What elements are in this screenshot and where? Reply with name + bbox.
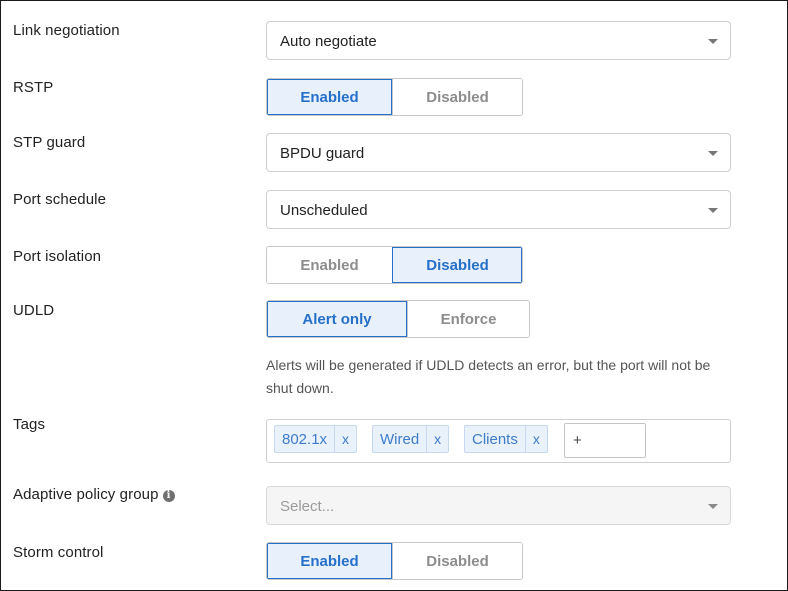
udld-help-text: Alerts will be generated if UDLD detects… xyxy=(266,354,786,400)
switch-port-settings-form: Link negotiation Auto negotiate RSTP Ena… xyxy=(0,0,788,591)
udld-alert-only-button[interactable]: Alert only xyxy=(267,301,407,337)
tag-chip-label: Clients xyxy=(472,430,518,448)
port-isolation-toggle: Enabled Disabled xyxy=(266,246,523,284)
chevron-down-icon xyxy=(708,151,718,156)
udld-label: UDLD xyxy=(13,302,55,319)
port-schedule-label: Port schedule xyxy=(13,191,107,208)
stp-guard-label: STP guard xyxy=(13,134,86,151)
rstp-toggle: Enabled Disabled xyxy=(266,78,523,116)
adaptive-policy-group-select[interactable]: Select... xyxy=(266,486,731,525)
link-negotiation-value: Auto negotiate xyxy=(280,33,377,50)
chevron-down-icon xyxy=(708,208,718,213)
stp-guard-value: BPDU guard xyxy=(280,145,365,162)
port-isolation-enabled-button[interactable]: Enabled xyxy=(267,247,392,283)
tag-chip-wired: Wired x xyxy=(372,425,450,453)
close-icon[interactable]: x xyxy=(334,426,356,452)
storm-control-toggle: Enabled Disabled xyxy=(266,542,523,580)
close-icon[interactable]: x xyxy=(426,426,448,452)
tags-input-box: 802.1x x Wired x Clients x + xyxy=(266,419,731,463)
adaptive-policy-group-label-text: Adaptive policy group xyxy=(13,486,159,503)
stp-guard-select[interactable]: BPDU guard xyxy=(266,133,731,172)
storm-control-label: Storm control xyxy=(13,544,104,561)
udld-toggle: Alert only Enforce xyxy=(266,300,530,338)
rstp-label: RSTP xyxy=(13,79,54,96)
tags-label: Tags xyxy=(13,416,46,433)
link-negotiation-select[interactable]: Auto negotiate xyxy=(266,21,731,60)
udld-help-line-2: shut down. xyxy=(266,380,334,396)
udld-help-line-1: Alerts will be generated if UDLD detects… xyxy=(266,357,711,373)
chevron-down-icon xyxy=(708,39,718,44)
storm-control-enabled-button[interactable]: Enabled xyxy=(267,543,392,579)
storm-control-disabled-button[interactable]: Disabled xyxy=(392,543,522,579)
rstp-enabled-button[interactable]: Enabled xyxy=(267,79,392,115)
tag-chip-label: 802.1x xyxy=(282,430,328,448)
port-schedule-value: Unscheduled xyxy=(280,202,368,219)
tag-chip-clients: Clients x xyxy=(464,425,548,453)
tag-chip-802-1x: 802.1x x xyxy=(274,425,358,453)
rstp-disabled-button[interactable]: Disabled xyxy=(392,79,522,115)
udld-enforce-button[interactable]: Enforce xyxy=(407,301,529,337)
add-tag-input[interactable]: + xyxy=(564,423,646,458)
close-icon[interactable]: x xyxy=(524,426,547,452)
port-schedule-select[interactable]: Unscheduled xyxy=(266,190,731,229)
link-negotiation-label: Link negotiation xyxy=(13,22,120,39)
adaptive-policy-group-placeholder: Select... xyxy=(280,498,335,515)
adaptive-policy-group-label: Adaptive policy group i xyxy=(13,486,175,503)
port-isolation-label: Port isolation xyxy=(13,248,102,265)
tag-chip-label: Wired xyxy=(380,430,420,448)
port-isolation-disabled-button[interactable]: Disabled xyxy=(392,247,522,283)
info-icon[interactable]: i xyxy=(162,490,175,502)
chevron-down-icon xyxy=(708,504,718,509)
